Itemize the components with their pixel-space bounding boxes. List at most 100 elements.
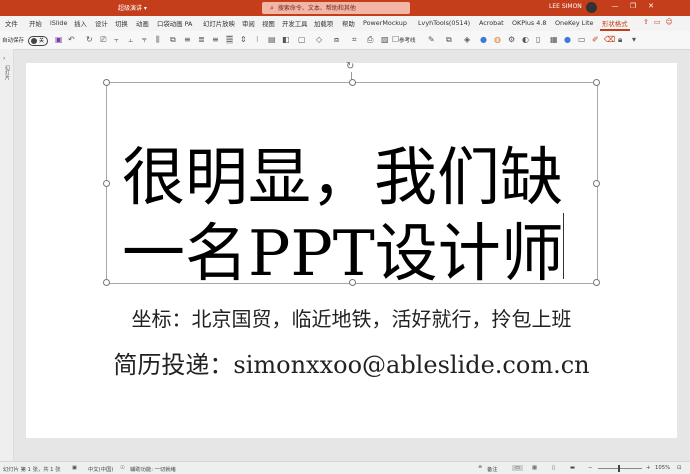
tab-developer[interactable]: 开发工具 xyxy=(282,19,308,28)
slide-title[interactable]: 很明显，我们缺 一名PPT设计师 xyxy=(122,140,582,292)
language-indicator[interactable]: 中文(中国) xyxy=(88,465,113,473)
tab-pocket-animation[interactable]: 口袋动画 PA xyxy=(157,19,192,28)
smiley-icon[interactable]: ☺ xyxy=(666,18,673,26)
search-box[interactable]: ⌕ 搜索命令、文本、帮助和其他 xyxy=(262,2,410,14)
restore-button[interactable]: ❐ xyxy=(624,2,642,10)
undo-icon[interactable]: ↶ xyxy=(68,35,75,44)
tab-islide[interactable]: iSlide xyxy=(50,19,67,27)
tab-shape-format[interactable]: 形状格式 xyxy=(602,19,628,28)
line-spacing-icon[interactable]: ⇕ xyxy=(240,35,247,44)
resize-handle-right[interactable] xyxy=(593,180,600,187)
tab-onekey-lite[interactable]: OneKey Lite xyxy=(555,19,593,27)
group-icon[interactable]: ⧉ xyxy=(170,35,176,45)
expand-pane-icon[interactable]: › xyxy=(3,55,5,62)
resize-handle-left[interactable] xyxy=(103,180,110,187)
align-bottom-icon[interactable]: ⫧ xyxy=(142,35,147,45)
accessibility-status[interactable]: 辅助功能: 一切就绪 xyxy=(130,465,176,473)
justify-icon[interactable]: ☰ xyxy=(226,35,234,44)
resize-handle-top[interactable] xyxy=(349,79,356,86)
slide-sorter-icon[interactable]: ▦ xyxy=(532,465,537,471)
pen-icon[interactable]: ✐ xyxy=(592,35,599,44)
info-icon[interactable]: ● xyxy=(564,35,571,44)
save-icon[interactable]: ▣ xyxy=(55,35,63,44)
arrange-icon[interactable]: ⧈ xyxy=(334,35,339,45)
zoom-slider-thumb[interactable] xyxy=(618,465,620,472)
tab-slideshow[interactable]: 幻灯片放映 xyxy=(203,19,235,28)
settings-icon[interactable]: ⚙ xyxy=(508,35,515,44)
tab-home[interactable]: 开始 xyxy=(29,19,42,28)
notes-icon[interactable]: ≘ xyxy=(478,465,482,471)
start-slideshow-icon[interactable]: ⎚ xyxy=(100,35,106,45)
tab-okplus[interactable]: OKPlus 4.8 xyxy=(512,19,546,27)
tab-powermockup[interactable]: PowerMockup xyxy=(363,19,407,27)
fit-slide-icon[interactable]: ⊡ xyxy=(677,465,681,471)
tab-review[interactable]: 审阅 xyxy=(242,19,255,28)
shapes-icon[interactable]: ◇ xyxy=(316,35,322,44)
minimize-button[interactable]: — xyxy=(606,2,624,10)
tab-design[interactable]: 设计 xyxy=(95,19,108,28)
reading-view-icon[interactable]: ▯ xyxy=(552,465,555,471)
selection-pane-icon[interactable]: ⧉ xyxy=(446,35,452,45)
zoom-slider[interactable] xyxy=(598,468,642,469)
align-top-icon[interactable]: ⫟ xyxy=(114,35,119,45)
thumbnail-pane-collapsed[interactable]: › 幻灯片 xyxy=(0,49,14,461)
color-picker-icon[interactable]: ◈ xyxy=(464,35,470,44)
close-button[interactable]: ✕ xyxy=(642,2,660,10)
avatar[interactable] xyxy=(586,2,597,13)
tab-animations[interactable]: 动画 xyxy=(136,19,149,28)
slideshow-view-icon[interactable]: ▬ xyxy=(570,465,575,471)
resize-handle-top-left[interactable] xyxy=(103,79,110,86)
accessibility-icon[interactable]: ☉ xyxy=(120,465,125,471)
text-box-icon[interactable]: ▤ xyxy=(268,35,276,44)
tab-help[interactable]: 帮助 xyxy=(342,19,355,28)
share-icon[interactable]: ⇪ xyxy=(643,18,649,26)
zoom-out-icon[interactable]: − xyxy=(588,465,592,471)
align-right-icon[interactable]: ≡ xyxy=(212,35,219,44)
align-left-icon[interactable]: ≡ xyxy=(184,35,191,44)
align-middle-icon[interactable]: ⫠ xyxy=(128,35,133,45)
notes-button[interactable]: 备注 xyxy=(487,465,498,473)
crop-icon[interactable]: ⌗ xyxy=(352,35,357,45)
tab-acrobat[interactable]: Acrobat xyxy=(479,19,504,27)
tab-lvyhtools[interactable]: LvyhTools(0514) xyxy=(418,19,470,27)
tab-view[interactable]: 视图 xyxy=(262,19,275,28)
distribute-icon[interactable]: ⫼ xyxy=(156,35,160,45)
eraser-icon[interactable]: ⌫ xyxy=(604,35,615,44)
picture-icon[interactable]: ▨ xyxy=(381,35,389,44)
palette-icon[interactable]: ◍ xyxy=(494,35,501,44)
align-center-icon[interactable]: ≣ xyxy=(198,35,205,44)
animation-icon[interactable]: ▯ xyxy=(536,35,540,44)
zoom-in-icon[interactable]: + xyxy=(646,465,650,471)
resize-handle-bottom-right[interactable] xyxy=(593,279,600,286)
tab-addins[interactable]: 加载项 xyxy=(314,19,333,28)
spellcheck-icon[interactable]: ▣ xyxy=(72,465,77,471)
compress-icon[interactable]: ▭ xyxy=(578,35,586,44)
print-icon[interactable]: ⎙ xyxy=(367,35,373,45)
autosave-label: 自动保存 xyxy=(2,38,25,44)
layout-icon[interactable]: ▦ xyxy=(550,35,558,44)
redo-icon[interactable]: ↻ xyxy=(86,35,93,44)
tab-file[interactable]: 文件 xyxy=(5,19,18,28)
shape-outline-icon[interactable]: ▢ xyxy=(298,35,306,44)
tab-insert[interactable]: 插入 xyxy=(74,19,87,28)
slide-subtitle-location[interactable]: 坐标：北京国贸，临近地铁，活好就行，拎包上班 xyxy=(26,303,677,332)
rotate-handle-icon[interactable]: ↻ xyxy=(346,61,354,72)
comment-icon[interactable]: ▭ xyxy=(654,18,661,26)
lock-icon[interactable]: 🔒︎ xyxy=(618,35,622,45)
tab-transitions[interactable]: 切换 xyxy=(115,19,128,28)
autosave-toggle[interactable]: 关 xyxy=(28,36,48,46)
slide-subtitle-email[interactable]: 简历投递：simonxxoo@ableslide.com.cn xyxy=(26,345,677,380)
resize-handle-top-right[interactable] xyxy=(593,79,600,86)
effects-icon[interactable]: ◐ xyxy=(522,35,529,44)
user-name[interactable]: LEE SIMON xyxy=(549,3,582,10)
document-name[interactable]: 超级演讲 ▾ xyxy=(118,3,147,12)
more-icon[interactable]: ▾ xyxy=(632,35,636,44)
format-painter-icon[interactable]: ✎ xyxy=(428,35,435,44)
theme-icon[interactable]: ● xyxy=(480,35,487,44)
reference-line-label: 参考线 xyxy=(399,38,416,44)
resize-handle-bottom-left[interactable] xyxy=(103,279,110,286)
shape-fill-icon[interactable]: ◧ xyxy=(282,35,290,44)
normal-view-icon[interactable]: ▭ xyxy=(512,465,524,471)
bullets-icon[interactable]: ⁝ xyxy=(256,35,259,44)
zoom-level[interactable]: 105% xyxy=(655,465,670,471)
